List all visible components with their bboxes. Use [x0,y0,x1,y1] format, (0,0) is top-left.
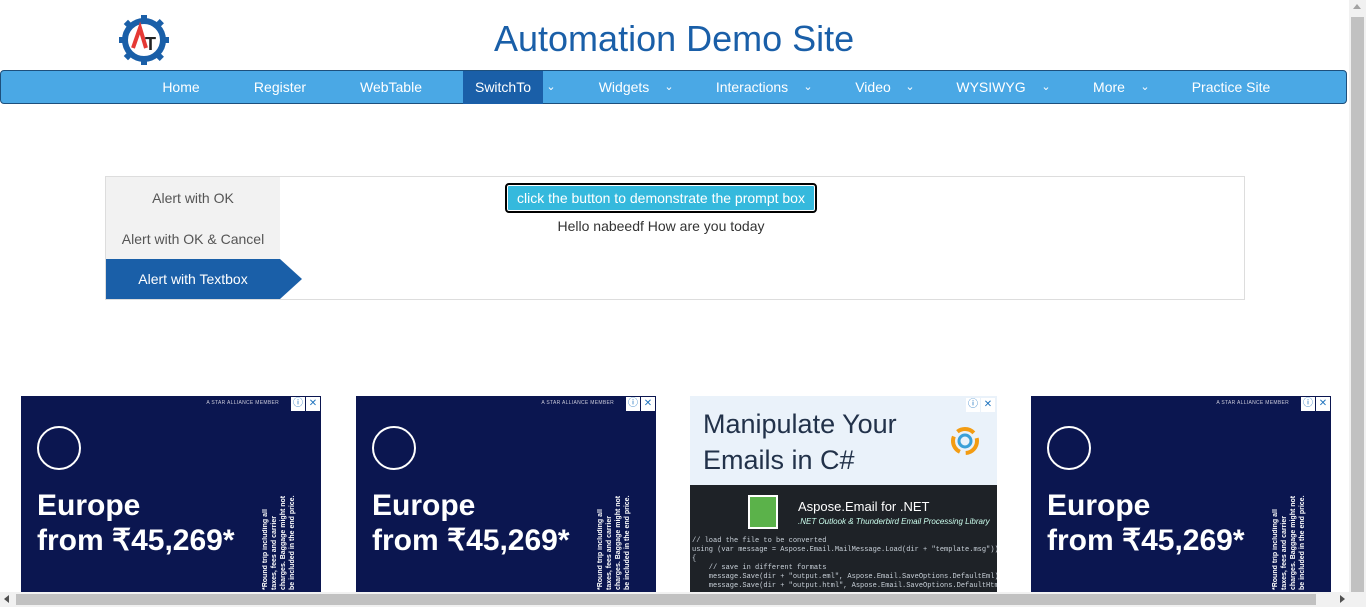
alerts-panel: Alert with OK Alert with OK & Cancel Ale… [105,176,1245,300]
gear-logo-icon[interactable]: T [118,12,170,68]
nav-widgets[interactable]: Widgets [589,71,659,104]
nav-video[interactable]: Video [847,71,899,104]
ad-banner[interactable]: A STAR ALLIANCE MEMBER ⓘ ✕ Europe from ₹… [356,396,656,592]
info-icon[interactable]: ⓘ [626,397,640,411]
chevron-down-icon[interactable]: ⌄ [1138,71,1152,104]
nav-switchto[interactable]: SwitchTo [463,71,543,104]
tab-alert-with-textbox[interactable]: Alert with Textbox [106,259,280,299]
chevron-down-icon[interactable]: ⌄ [662,71,676,104]
ad-disclaimer: *Round trip including all taxes, fees an… [597,495,631,590]
nav-home[interactable]: Home [151,71,211,104]
ad-headline-line1: Manipulate Your [703,409,897,439]
ad-banner-aspose[interactable]: ⓘ ✕ Manipulate Your Emails in C# Aspose.… [690,396,997,592]
airline-logo-icon [37,426,81,470]
main-navbar: Home Register WebTable SwitchTo ⌄ Widget… [0,70,1347,104]
scroll-left-icon[interactable] [4,595,9,603]
close-icon[interactable]: ✕ [306,397,320,411]
logo-letter-t: T [145,34,156,54]
airline-logo-icon [1047,426,1091,470]
tab-alert-with-ok-cancel[interactable]: Alert with OK & Cancel [106,219,280,259]
ad-headline-line2: Emails in C# [703,445,855,475]
alert-tabs: Alert with OK Alert with OK & Cancel Ale… [106,177,280,299]
chevron-down-icon[interactable]: ⌄ [544,71,558,104]
vertical-scrollbar[interactable] [1349,0,1366,607]
ad-controls: ⓘ ✕ [966,398,995,412]
tab-alert-with-ok[interactable]: Alert with OK [106,178,280,218]
ad-headline: Manipulate Your Emails in C# [703,406,897,478]
ad-disclaimer: *Round trip including all taxes, fees an… [1272,495,1306,590]
ad-headline-line2: from ₹45,269* [1047,524,1245,557]
ad-top-text: A STAR ALLIANCE MEMBER [206,400,279,406]
ad-subtitle: .NET Outlook & Thunderbird Email Process… [798,517,990,526]
prompt-box-button[interactable]: click the button to demonstrate the prom… [505,183,817,213]
ad-controls: ⓘ ✕ [291,397,320,411]
info-icon[interactable]: ⓘ [291,397,305,411]
prompt-result-text: Hello nabeedf How are you today [557,218,765,234]
info-icon[interactable]: ⓘ [1301,397,1315,411]
ad-headline-line2: from ₹45,269* [37,524,235,557]
email-logo-icon [748,495,778,529]
ad-code-area: Aspose.Email for .NET .NET Outlook & Thu… [690,485,997,592]
nav-practice-site[interactable]: Practice Site [1181,71,1281,104]
nav-wysiwyg[interactable]: WYSIWYG [947,71,1035,104]
nav-more[interactable]: More [1085,71,1133,104]
ad-headline: Europe from ₹45,269* [1047,488,1245,558]
airline-logo-icon [372,426,416,470]
ad-controls: ⓘ ✕ [626,397,655,411]
horizontal-scrollbar[interactable] [0,592,1349,607]
ad-disclaimer: *Round trip including all taxes, fees an… [262,495,296,590]
ad-headline: Europe from ₹45,269* [372,488,570,558]
ad-code-snippet: // load the file to be converted using (… [692,537,997,590]
scroll-up-icon[interactable] [1353,4,1361,9]
active-tab-arrow [280,259,302,299]
vertical-scroll-thumb[interactable] [1351,17,1364,592]
nav-webtable[interactable]: WebTable [347,71,435,104]
ad-controls: ⓘ ✕ [1301,397,1330,411]
ad-headline-line2: from ₹45,269* [372,524,570,557]
ad-headline-line1: Europe [1047,489,1151,522]
chevron-down-icon[interactable]: ⌄ [801,71,815,104]
ad-top-text: A STAR ALLIANCE MEMBER [1216,400,1289,406]
site-title: Automation Demo Site [494,18,855,59]
ad-banner[interactable]: A STAR ALLIANCE MEMBER ⓘ ✕ Europe from ₹… [1031,396,1331,592]
close-icon[interactable]: ✕ [1316,397,1330,411]
close-icon[interactable]: ✕ [981,398,995,412]
ad-banner[interactable]: A STAR ALLIANCE MEMBER ⓘ ✕ Europe from ₹… [21,396,321,592]
ad-headline: Europe from ₹45,269* [37,488,235,558]
nav-interactions[interactable]: Interactions [705,71,799,104]
scroll-right-icon[interactable] [1340,595,1345,603]
chevron-down-icon[interactable]: ⌄ [1039,71,1053,104]
ad-brand: Aspose.Email for .NET [798,499,930,514]
close-icon[interactable]: ✕ [641,397,655,411]
info-icon[interactable]: ⓘ [966,398,980,412]
chevron-down-icon[interactable]: ⌄ [903,71,917,104]
aspose-swirl-icon [951,427,979,455]
ad-headline-line1: Europe [372,489,476,522]
horizontal-scroll-thumb[interactable] [16,594,1316,605]
ad-top-text: A STAR ALLIANCE MEMBER [541,400,614,406]
ad-headline-line1: Europe [37,489,141,522]
nav-register[interactable]: Register [241,71,319,104]
